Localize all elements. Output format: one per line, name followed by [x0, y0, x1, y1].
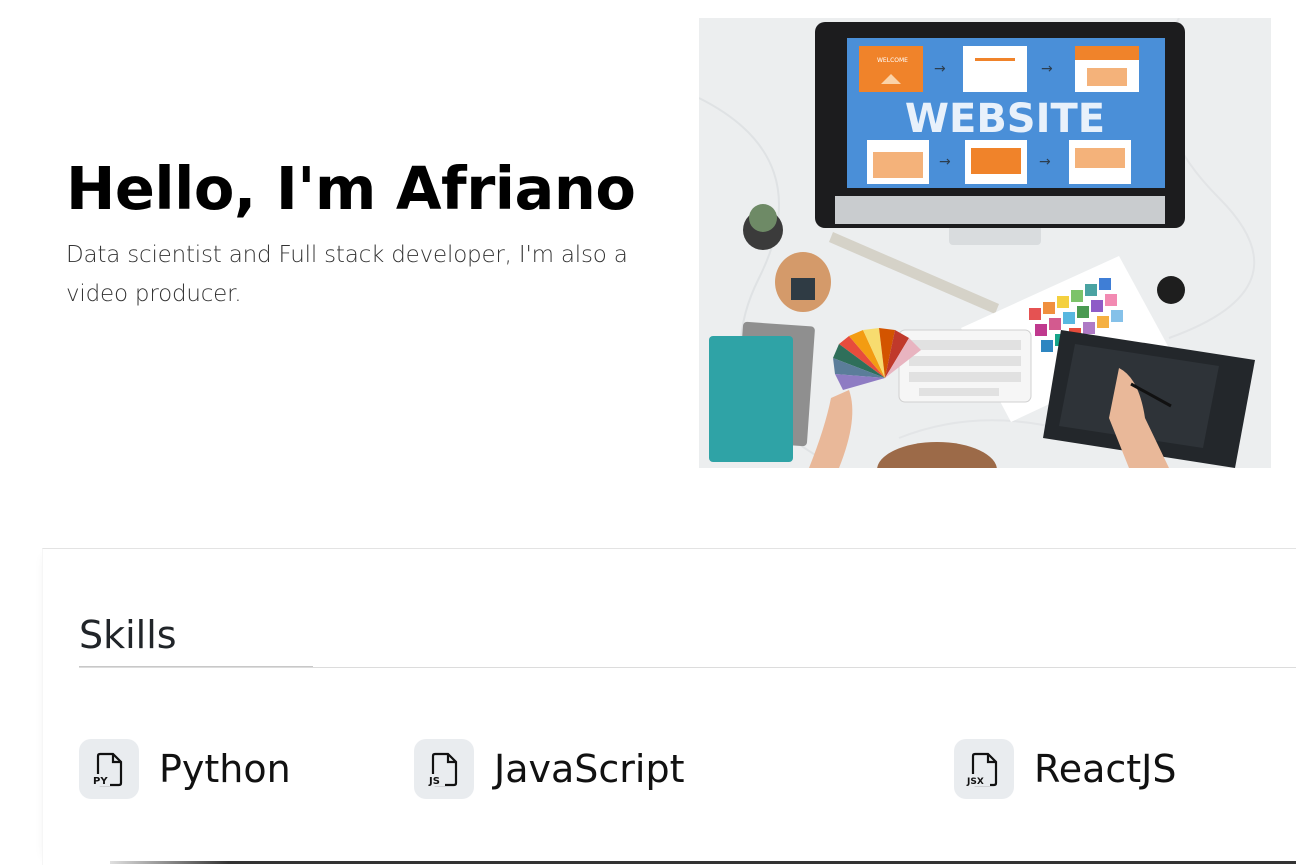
file-py-icon-text: PY: [93, 776, 108, 787]
skills-divider-accent: [79, 666, 313, 667]
file-js-icon: JS: [414, 739, 474, 799]
skill-label-python: Python: [159, 747, 291, 791]
skill-label-reactjs: ReactJS: [1034, 747, 1177, 791]
file-jsx-icon: JSX: [954, 739, 1014, 799]
hero-section: Hello, I'm Afriano Data scientist and Fu…: [0, 0, 1296, 500]
monitor-welcome-text: WELCOME: [877, 57, 908, 64]
file-py-icon: PY: [79, 739, 139, 799]
skill-item-python: PY Python: [79, 739, 291, 799]
skills-heading: Skills: [79, 613, 177, 657]
file-jsx-icon-text: JSX: [966, 777, 984, 787]
svg-text:→: →: [1041, 61, 1053, 77]
monitor-website-text: WEBSITE: [905, 96, 1105, 142]
svg-text:→: →: [1039, 154, 1051, 170]
hero-subtitle: Data scientist and Full stack developer,…: [66, 242, 628, 307]
hero-image: WELCOME → → WEBSITE → →: [699, 18, 1271, 468]
hero-title: Hello, I'm Afriano: [66, 154, 636, 223]
svg-text:→: →: [934, 61, 946, 77]
file-js-icon-text: JS: [428, 776, 440, 787]
svg-text:→: →: [939, 154, 951, 170]
skill-item-reactjs: JSX ReactJS: [954, 739, 1176, 799]
skill-item-javascript: JS JavaScript: [414, 739, 684, 799]
skills-section: Skills PY Python JS JavaScript JSX React…: [42, 548, 1296, 865]
skill-label-javascript: JavaScript: [494, 747, 685, 791]
skills-divider: [79, 667, 1296, 668]
